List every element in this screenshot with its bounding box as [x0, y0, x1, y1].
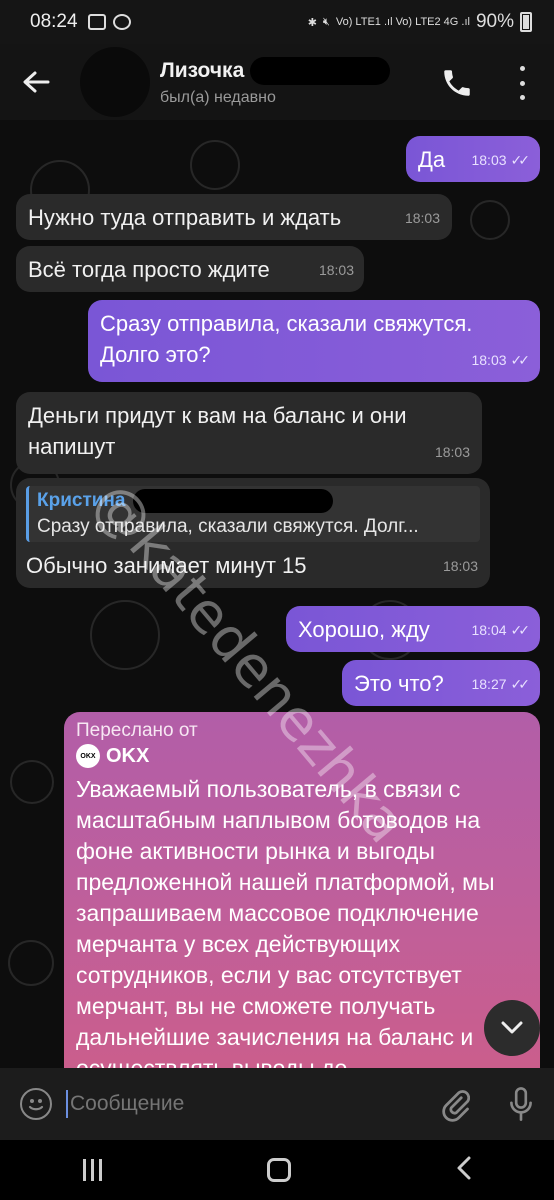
background-doodle — [470, 200, 510, 240]
nav-back-icon[interactable] — [456, 1155, 472, 1186]
chat-title: Лизочка — [160, 59, 245, 82]
message-text: Сразу отправила, сказали свяжутся. Долго… — [100, 311, 473, 367]
message-time: 18:27 ✓✓ — [471, 676, 531, 692]
message-time: 18:03 — [318, 262, 354, 278]
bluetooth-icon: ✱ — [307, 16, 317, 29]
reply-quote[interactable]: Кристина Сразу отправила, сказали свяжут… — [26, 486, 480, 542]
read-ticks-icon: ✓✓ — [510, 676, 531, 692]
forwarded-source-name: OKX — [106, 744, 150, 767]
reply-text: Сразу отправила, сказали свяжутся. Долг.… — [37, 516, 419, 537]
microphone-icon[interactable] — [506, 1086, 536, 1122]
emoji-icon[interactable] — [20, 1088, 52, 1120]
battery-percent: 90% — [475, 11, 514, 32]
message-input[interactable] — [66, 1090, 406, 1118]
message-text: Всё тогда просто ждите — [28, 257, 270, 282]
reply-sender-name: Кристина — [37, 490, 126, 511]
chat-area[interactable]: Да 18:03 ✓✓ Нужно туда отправить и ждать … — [0, 120, 554, 1068]
forwarded-label: Переслано от — [76, 720, 198, 741]
scroll-down-button[interactable] — [484, 1000, 540, 1056]
phone-icon[interactable] — [440, 66, 474, 100]
message-text: Обычно занимает минут 15 — [26, 553, 307, 578]
message-time: 18:03 ✓✓ — [471, 152, 531, 168]
chat-last-seen: был(а) недавно — [160, 89, 276, 106]
message-text: Хорошо, жду — [298, 617, 430, 642]
avatar[interactable] — [80, 47, 150, 117]
message-time: 18:03 — [404, 210, 440, 226]
message-outgoing[interactable]: Сразу отправила, сказали свяжутся. Долго… — [88, 300, 540, 382]
status-time: 08:24 — [30, 11, 78, 32]
message-outgoing[interactable]: Это что? 18:27 ✓✓ — [342, 660, 540, 706]
message-text: Нужно туда отправить и ждать — [28, 205, 342, 230]
read-ticks-icon: ✓✓ — [510, 622, 531, 638]
home-icon[interactable] — [266, 1158, 291, 1182]
message-time: 18:03 ✓✓ — [471, 352, 531, 368]
message-time: 18:03 — [434, 444, 470, 460]
message-outgoing[interactable]: Да 18:03 ✓✓ — [406, 136, 540, 182]
chevron-down-icon — [501, 1021, 523, 1034]
chat-header: Лизочка был(а) недавно — [0, 44, 554, 120]
status-bar: 08:24 ✱ 🔇︎ Vo) LTE1 .ıl Vo) LTE2 4G .ıl … — [0, 0, 554, 44]
message-text: Да — [418, 147, 446, 172]
okx-logo-icon: OKX — [76, 744, 100, 768]
background-doodle — [190, 140, 240, 190]
back-arrow-icon[interactable] — [0, 44, 72, 120]
message-text: Деньги придут к вам на баланс и они напи… — [28, 403, 407, 459]
recent-apps-icon[interactable] — [82, 1159, 102, 1181]
attach-icon[interactable] — [440, 1086, 471, 1122]
system-nav-bar — [0, 1140, 554, 1200]
redaction-mark — [133, 489, 334, 513]
forwarded-message[interactable]: Переслано от OKX OKX Уважаемый пользоват… — [64, 712, 540, 1068]
whatsapp-icon — [112, 14, 131, 30]
read-ticks-icon: ✓✓ — [510, 152, 531, 168]
message-text: Это что? — [354, 671, 444, 696]
background-doodle — [90, 600, 160, 670]
mute-icon: 🔇︎ — [322, 15, 330, 28]
network-indicator: Vo) LTE1 .ıl Vo) LTE2 4G .ıl — [335, 16, 470, 28]
message-incoming[interactable]: Нужно туда отправить и ждать 18:03 — [16, 194, 452, 240]
forwarded-text: Уважаемый пользователь, в связи с масшта… — [76, 776, 495, 1068]
redaction-mark — [250, 57, 391, 85]
forwarded-source[interactable]: OKX OKX — [76, 744, 528, 768]
message-incoming[interactable]: Всё тогда просто ждите 18:03 — [16, 246, 364, 292]
gallery-icon — [87, 14, 106, 30]
message-time: 18:03 — [442, 558, 478, 574]
background-doodle — [8, 940, 54, 986]
message-incoming-reply[interactable]: Кристина Сразу отправила, сказали свяжут… — [16, 478, 490, 588]
chat-title-block[interactable]: Лизочка был(а) недавно — [160, 57, 391, 107]
read-ticks-icon: ✓✓ — [510, 352, 531, 368]
message-outgoing[interactable]: Хорошо, жду 18:04 ✓✓ — [286, 606, 540, 652]
background-doodle — [10, 760, 54, 804]
battery-icon — [520, 12, 532, 32]
message-composer — [0, 1068, 554, 1140]
more-options-icon[interactable] — [515, 66, 529, 100]
message-incoming[interactable]: Деньги придут к вам на баланс и они напи… — [16, 392, 482, 474]
message-time: 18:04 ✓✓ — [471, 622, 531, 638]
